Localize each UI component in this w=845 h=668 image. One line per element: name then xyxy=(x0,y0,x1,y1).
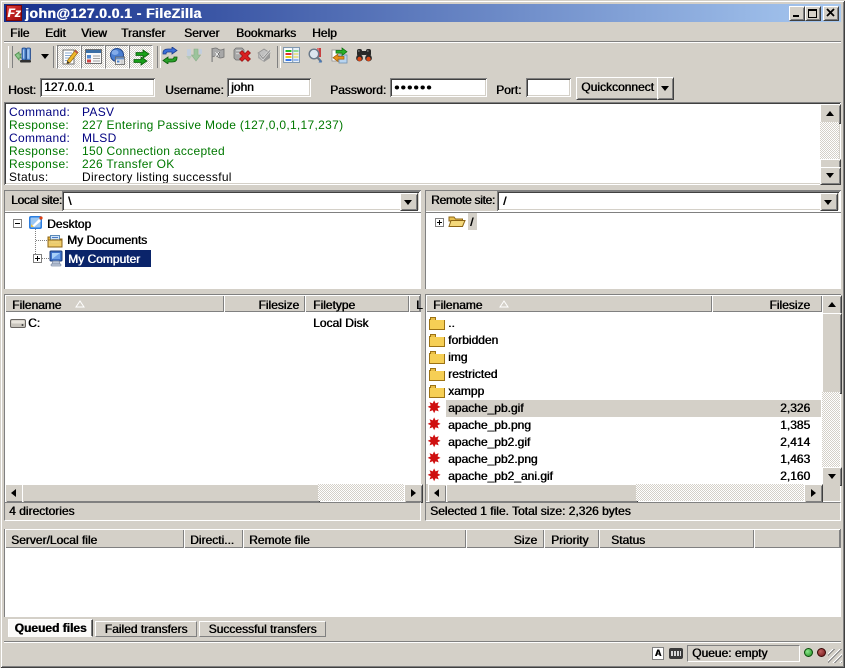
svg-text:x: x xyxy=(215,50,220,59)
